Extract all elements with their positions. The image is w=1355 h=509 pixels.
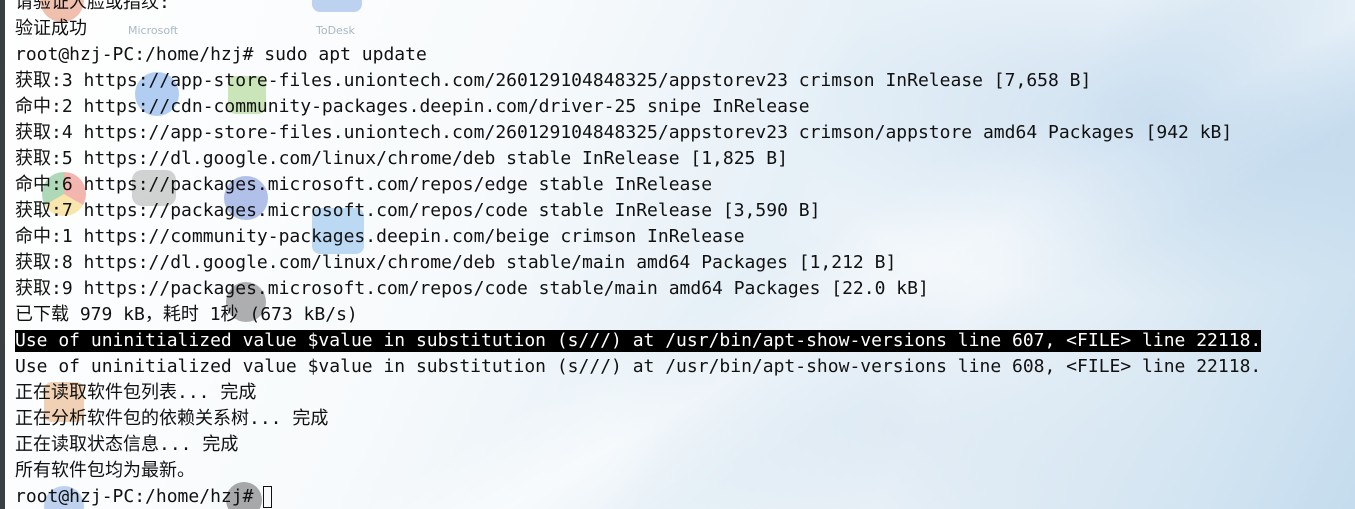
terminal-line: 正在读取软件包列表... 完成 [15, 382, 257, 403]
terminal-line: 获取:7 https://packages.microsoft.com/repo… [15, 200, 821, 221]
selected-text[interactable]: Use of uninitialized value $value in sub… [15, 330, 1262, 352]
terminal-line: 获取:8 https://dl.google.com/linux/chrome/… [15, 252, 897, 273]
prompt-line[interactable]: root@hzj-PC:/home/hzj# [15, 484, 1355, 509]
terminal-line: 所有软件包均为最新。 [15, 460, 195, 481]
terminal-line: 验证成功 [15, 18, 87, 39]
terminal-line: 获取:4 https://app-store-files.uniontech.c… [15, 122, 1233, 143]
terminal-line: root@hzj-PC:/home/hzj# sudo apt update [15, 44, 427, 65]
terminal-line: 正在分析软件包的依赖关系树... 完成 [15, 408, 329, 429]
terminal-line: 获取:5 https://dl.google.com/linux/chrome/… [15, 148, 788, 169]
terminal-line: 获取:9 https://packages.microsoft.com/repo… [15, 278, 929, 299]
terminal-output[interactable]: 请验证人脸或指纹: 验证成功 root@hzj-PC:/home/hzj# su… [15, 0, 1355, 509]
terminal-line: 已下载 979 kB，耗时 1秒 (673 kB/s) [15, 304, 358, 325]
terminal-line: 命中:2 https://cdn-community-packages.deep… [15, 96, 810, 117]
shell-prompt: root@hzj-PC:/home/hzj# [15, 486, 254, 507]
terminal-line: 请验证人脸或指纹: [15, 0, 170, 13]
terminal-line: Use of uninitialized value $value in sub… [15, 356, 1262, 377]
terminal-line: 正在读取状态信息... 完成 [15, 434, 239, 455]
terminal-line-selected: Use of uninitialized value $value in sub… [15, 328, 1355, 354]
window-left-border [0, 0, 5, 509]
terminal-line: 命中:6 https://packages.microsoft.com/repo… [15, 174, 713, 195]
terminal-line: 命中:1 https://community-packages.deepin.c… [15, 226, 745, 247]
text-cursor [263, 486, 273, 508]
terminal-line: 获取:3 https://app-store-files.uniontech.c… [15, 70, 1092, 91]
